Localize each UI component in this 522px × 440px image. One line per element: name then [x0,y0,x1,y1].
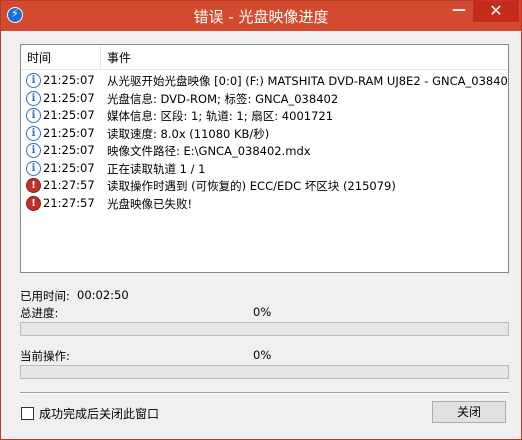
info-icon: i [26,108,41,123]
close-on-success-label[interactable]: 成功完成后关闭此窗口 [39,405,159,422]
info-icon: i [26,73,41,88]
minimize-icon: — [452,2,466,18]
column-header-time[interactable]: 时间 [27,49,51,66]
table-row[interactable]: ! 21:27:57 光盘映像已失败! [21,195,508,213]
window-title: 错误 - 光盘映像进度 [193,8,329,26]
info-icon: i [26,125,41,141]
divider [20,392,509,394]
table-row[interactable]: ! 21:27:57 读取操作时遇到 (可恢复的) ECC/EDC 坏区块 (215… [21,177,508,195]
row-event: 读取操作时遇到 (可恢复的) ECC/EDC 坏区块 (215079) [107,179,396,193]
close-on-success-checkbox[interactable] [21,407,34,420]
table-row[interactable]: i 21:25:07 读取速度: 8.0x (11080 KB/秒) [21,125,508,143]
event-log-list[interactable]: 时间 事件 i 21:25:07 从光驱开始光盘映像 [0:0] (F:) MATS… [20,44,509,273]
column-header-event[interactable]: 事件 [107,49,131,66]
total-progress-label: 总进度: [20,306,59,320]
table-row[interactable]: i 21:25:07 从光驱开始光盘映像 [0:0] (F:) MATSHITA D… [21,72,508,90]
row-event: 从光驱开始光盘映像 [0:0] (F:) MATSHITA DVD-RAM UJ… [107,74,509,88]
row-time: 21:25:07 [43,160,95,175]
current-operation-percent: 0% [253,348,272,362]
dialog-body: 时间 事件 i 21:25:07 从光驱开始光盘映像 [0:0] (F:) MATS… [7,31,515,435]
minimize-button[interactable]: — [446,1,472,22]
info-icon: i [26,90,41,106]
row-event: 正在读取轨道 1 / 1 [107,161,206,176]
column-separator[interactable] [100,45,101,69]
info-icon: i [26,160,41,176]
error-icon: ! [26,195,41,211]
table-row[interactable]: i 21:25:07 光盘信息: DVD-ROM; 标签: GNCA_038402 [21,90,508,108]
row-time: 21:25:07 [43,108,95,122]
row-time: 21:25:07 [43,90,95,105]
elapsed-value: 00:02:50 [77,288,129,302]
row-event: 媒体信息: 区段: 1; 轨道: 1; 扇区: 4001721 [107,109,334,123]
error-icon: ! [26,178,41,193]
current-operation-progress-bar [20,365,509,379]
row-event: 读取速度: 8.0x (11080 KB/秒) [107,126,270,141]
total-progress-bar [20,322,509,336]
info-icon: i [26,143,41,158]
row-event: 光盘信息: DVD-ROM; 标签: GNCA_038402 [107,91,339,106]
title-bar[interactable]: 错误 - 光盘映像进度 — ✕ [1,1,521,31]
list-header: 时间 事件 [21,45,508,70]
row-time: 21:25:07 [43,143,95,157]
window-close-button[interactable]: ✕ [473,1,519,22]
row-time: 21:25:07 [43,125,95,140]
table-row[interactable]: i 21:25:07 映像文件路径: E:\GNCA_038402.mdx [21,142,508,160]
row-time: 21:27:57 [43,178,95,192]
close-button[interactable]: 关闭 [432,401,506,423]
table-row[interactable]: i 21:25:07 正在读取轨道 1 / 1 [21,160,508,178]
row-event: 光盘映像已失败! [107,196,193,211]
progress-dialog-window: 错误 - 光盘映像进度 — ✕ 时间 事件 i21:25:07从光驱开始光盘映像… [0,0,522,440]
row-time: 21:27:57 [43,195,95,210]
current-operation-label: 当前操作: [20,349,70,363]
elapsed-label: 已用时间: [20,289,70,303]
table-row[interactable]: i 21:25:07 媒体信息: 区段: 1; 轨道: 1; 扇区: 4001721 [21,107,508,125]
row-event: 映像文件路径: E:\GNCA_038402.mdx [107,144,311,158]
close-icon: ✕ [489,1,503,20]
row-time: 21:25:07 [43,73,95,87]
total-progress-percent: 0% [253,305,272,319]
